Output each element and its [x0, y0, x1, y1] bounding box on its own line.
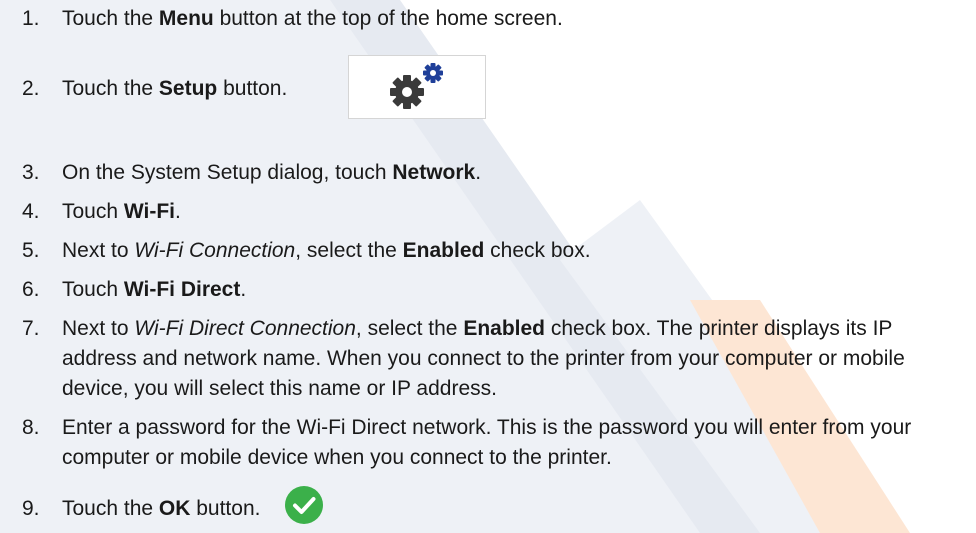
step-text: Touch Wi-Fi.	[62, 200, 181, 223]
step-number: 4.	[22, 200, 40, 223]
step-text: Touch the OK button.	[62, 497, 261, 520]
instruction-list: 1. Touch the Menu button at the top of t…	[0, 0, 976, 533]
step-text: Touch Wi-Fi Direct.	[62, 278, 247, 301]
step-number: 2.	[22, 77, 40, 100]
step-number: 3.	[22, 161, 40, 184]
step-number: 9.	[22, 497, 40, 520]
step-number: 6.	[22, 278, 40, 301]
step-text: Next to Wi-Fi Connection, select the Ena…	[62, 239, 591, 262]
step-text: Enter a password for the Wi-Fi Direct ne…	[62, 416, 912, 469]
step-text: Touch the Setup button.	[62, 77, 288, 100]
step-number: 7.	[22, 317, 40, 340]
check-circle-icon	[285, 486, 323, 524]
setup-button-illustration	[348, 55, 486, 119]
step-text: Touch the Menu button at the top of the …	[62, 7, 563, 30]
step-text: Next to Wi-Fi Direct Connection, select …	[62, 317, 905, 400]
step-number: 1.	[22, 7, 40, 30]
gears-icon	[390, 63, 443, 109]
step-number: 5.	[22, 239, 40, 262]
step-number: 8.	[22, 416, 40, 439]
step-text: On the System Setup dialog, touch Networ…	[62, 161, 482, 184]
